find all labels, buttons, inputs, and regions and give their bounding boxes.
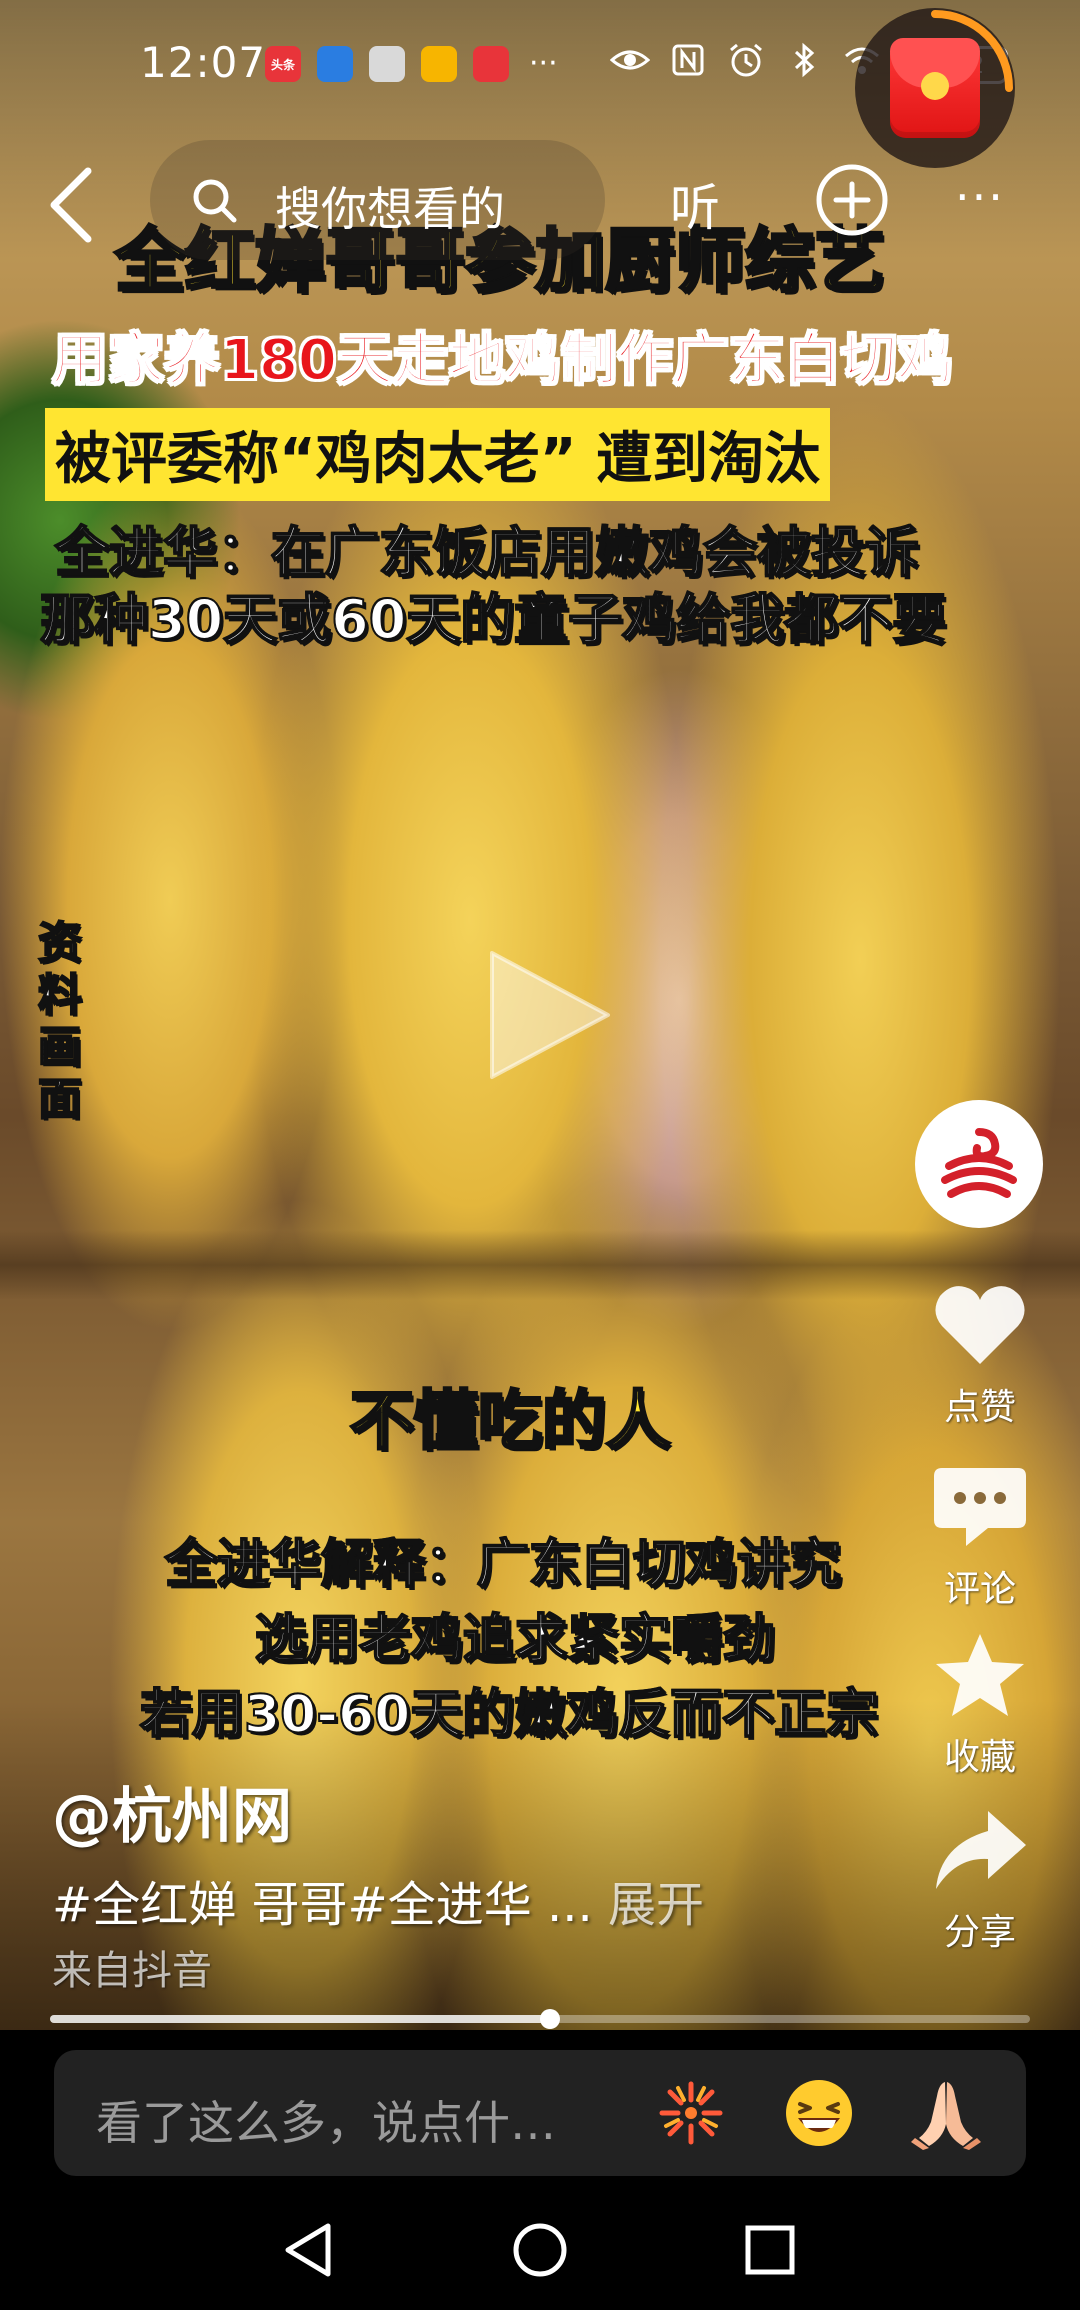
hangzhou-net-logo-icon (941, 1128, 1017, 1198)
comment-bar: 看了这么多，说点什… (0, 2030, 1080, 2190)
search-input[interactable]: 搜你想看的 (150, 140, 605, 260)
blue-app-icon (317, 46, 353, 82)
firework-emoji-icon[interactable] (654, 2076, 728, 2150)
creator-avatar[interactable] (915, 1100, 1043, 1228)
system-navigation-bar (0, 2190, 1080, 2310)
video-progress-fill (50, 2015, 550, 2023)
share-arrow-icon (936, 1811, 1026, 1889)
weibo-app-icon (421, 46, 457, 82)
star-icon (936, 1634, 1024, 1716)
red-packet-seal (921, 72, 949, 100)
post-description: #全红婵 哥哥#全进华 ... 展开 (52, 1865, 704, 1935)
eye-icon (610, 50, 650, 70)
caption-explain-1: 全进华解释：广东白切鸡讲究 (164, 1534, 842, 1596)
add-circle-icon[interactable] (812, 160, 892, 240)
expand-button[interactable]: 展开 (608, 1877, 704, 1933)
nav-home-icon[interactable] (508, 2218, 572, 2282)
heart-icon (935, 1286, 1025, 1364)
caption-explain-2: 选用老鸡追求紧实嚼劲 (254, 1609, 776, 1671)
video-progress-bar[interactable] (50, 2009, 1030, 2029)
caption-mid: 不懂吃的人 (349, 1384, 672, 1461)
system-icons (610, 40, 882, 80)
caption-line-2: 用家养180天走地鸡制作广东白切鸡 (51, 327, 954, 394)
caption-line-3: 被评委称“鸡肉太老” 遭到淘汰 (45, 408, 831, 501)
video-progress-handle[interactable] (539, 2009, 560, 2029)
favorite-button[interactable]: 收藏 (920, 1630, 1040, 1780)
laughing-emoji-icon[interactable] (782, 2076, 856, 2150)
praying-hands-emoji-icon[interactable] (909, 2076, 983, 2150)
bluetooth-icon (794, 42, 815, 78)
share-button[interactable]: 分享 (920, 1805, 1040, 1955)
top-nav: 搜你想看的 听 ··· (0, 140, 1080, 260)
like-label: 点赞 (943, 1387, 1016, 1428)
alarm-icon (730, 43, 762, 77)
search-icon (193, 179, 237, 223)
video-texture (0, 1230, 1080, 1300)
back-button[interactable] (35, 165, 105, 245)
comment-button[interactable]: 评论 (920, 1462, 1040, 1612)
hashtag-text[interactable]: #全红婵 哥哥#全进华 ... (52, 1877, 593, 1933)
caption-side-label: 资料画面 (37, 917, 83, 1126)
toutiao-app-icon: 头条 (265, 46, 301, 82)
comment-placeholder: 看了这么多，说点什… (96, 2096, 556, 2150)
notification-more-icon: ··· (529, 46, 558, 81)
listen-button[interactable]: 听 (670, 168, 720, 240)
share-label: 分享 (943, 1912, 1016, 1953)
red-app-icon (473, 46, 509, 82)
status-time: 12:07 (140, 38, 267, 87)
caption-line-5: 那种30天或60天的童子鸡给我都不要 (39, 587, 947, 652)
author-name[interactable]: @杭州网 (52, 1768, 292, 1855)
comment-label: 评论 (943, 1569, 1016, 1610)
caption-explain-3: 若用30-60天的嫩鸡反而不正宗 (139, 1684, 879, 1746)
search-placeholder: 搜你想看的 (275, 182, 505, 236)
notification-icons: 头条 ··· (265, 46, 558, 82)
nfc-icon (672, 44, 704, 76)
source-label: 来自抖音 (52, 1948, 212, 1994)
chevron-left-icon (50, 167, 92, 243)
video-feed-screen: 全红婵哥哥参加厨师综艺 用家养180天走地鸡制作广东白切鸡 被评委称“鸡肉太老”… (0, 0, 1080, 2310)
favorite-label: 收藏 (943, 1737, 1016, 1778)
more-options-button[interactable]: ··· (955, 170, 1005, 224)
play-icon[interactable] (480, 945, 620, 1085)
nav-recents-icon[interactable] (738, 2218, 802, 2282)
comment-input[interactable]: 看了这么多，说点什… (54, 2050, 1026, 2176)
nav-back-icon[interactable] (278, 2218, 342, 2282)
like-button[interactable]: 点赞 (920, 1280, 1040, 1430)
comment-bubble-icon (934, 1468, 1026, 1546)
huawei-app-icon (369, 46, 405, 82)
